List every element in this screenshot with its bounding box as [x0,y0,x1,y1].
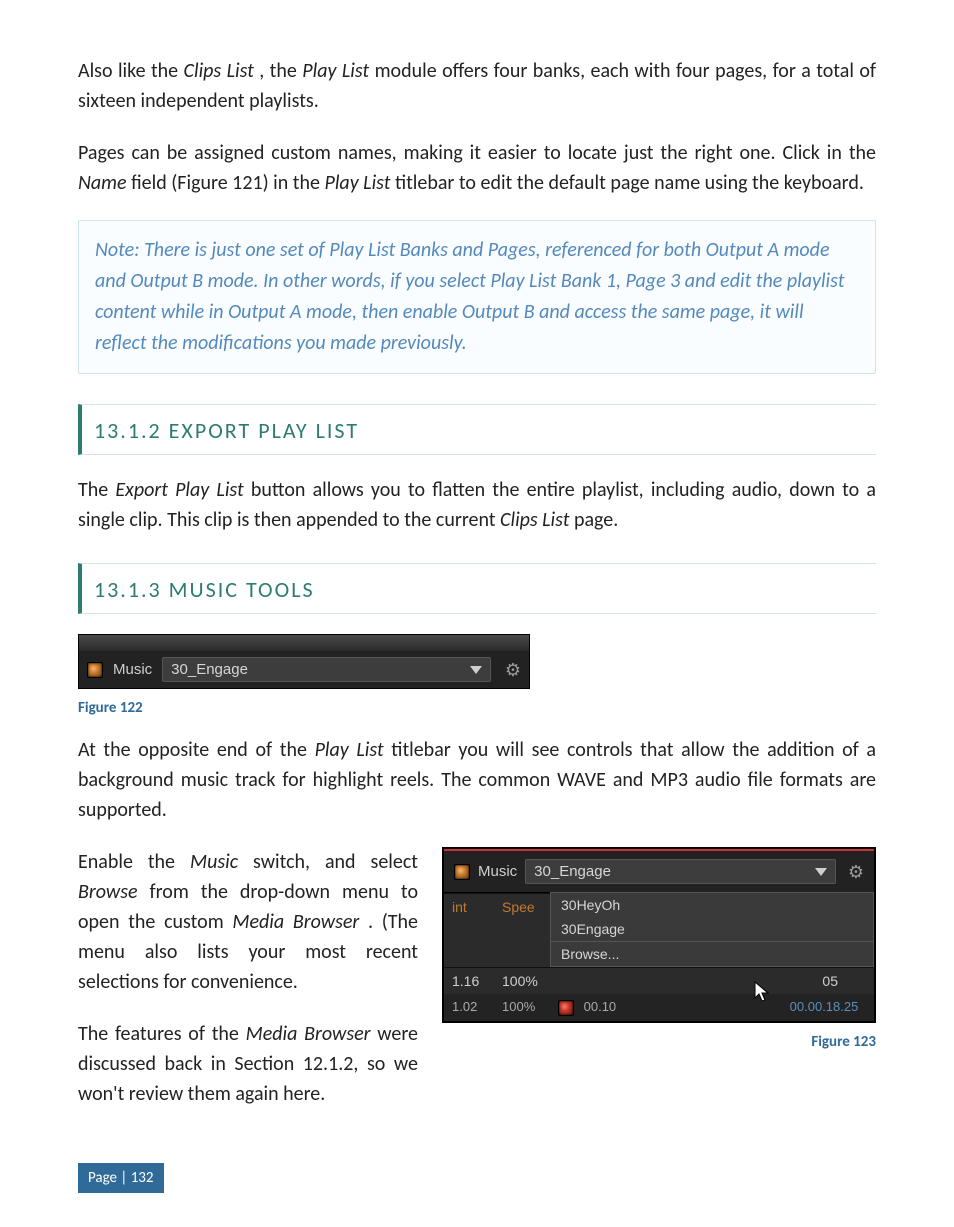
text-italic: Export Play List [115,478,243,502]
text-italic: Name [78,171,127,195]
menu-item[interactable]: 30Engage [551,917,873,941]
music-toggle-led-icon[interactable] [87,662,103,678]
text-italic: Play List [324,171,390,195]
music-toggle-led-icon[interactable] [454,864,470,880]
music-track-value: 30_Engage [171,661,248,678]
text-italic: Browse [78,880,138,904]
chevron-down-icon [815,868,827,876]
music-track-dropdown[interactable]: 30_Engage [162,657,491,682]
paragraph: Enable the Music switch, and select Brow… [78,847,418,997]
menu-item[interactable]: 30HeyOh [551,893,873,917]
section-title: 13.1.3 MUSIC TOOLS [94,576,866,603]
music-track-value: 30_Engage [534,863,611,880]
page-footer: Page | 132 [78,1163,164,1193]
col-int-header: int [444,893,494,967]
page-number-badge: Page | 132 [78,1163,164,1193]
music-label: Music [113,661,152,678]
paragraph: The features of the Media Browser were d… [78,1019,418,1109]
cell-in-value: 00.10 [584,999,617,1014]
figure-caption: Figure 123 [442,1033,876,1051]
cursor-icon [754,981,770,1003]
music-row: Music 30_Engage ⚙ [79,651,529,688]
text: The features of the [78,1022,246,1046]
track-menu: 30HeyOh 30Engage Browse... [550,892,874,967]
music-row: Music 30_Engage ⚙ [444,849,874,893]
text: Also like the [78,59,184,83]
menu-item-browse[interactable]: Browse... [551,941,873,966]
paragraph: Also like the Clips List , the Play List… [78,56,876,116]
cell: 05 [792,967,846,994]
cell-out: 00.00.18.25 [774,994,874,1021]
cell: 100% [494,994,550,1021]
text: , the [259,59,302,83]
record-led-icon [558,1000,574,1016]
text: The [78,478,115,502]
text-italic: Music [190,850,238,874]
note-box: Note: There is just one set of Play List… [78,220,876,374]
col-speed-header: Spee [494,893,550,967]
music-track-dropdown[interactable]: 30_Engage [525,859,836,884]
cell: 100% [494,967,550,994]
chevron-down-icon [470,666,482,674]
text: switch, and select [253,850,418,874]
text-italic: Media Browser [232,910,359,934]
music-label: Music [478,863,517,880]
figure-music-dropdown-panel: Music 30_Engage ⚙ int Spee 30HeyOh 30Eng… [442,847,876,1023]
text: field (Figure 121) in the [131,171,324,195]
gear-icon[interactable]: ⚙ [505,661,521,679]
figure-music-panel: Music 30_Engage ⚙ [78,634,530,689]
text-italic: Clips List [184,59,254,83]
text-italic: Media Browser [246,1022,371,1046]
cell: 1.02 [444,994,494,1021]
text-italic: Play List [315,738,384,762]
paragraph: At the opposite end of the Play List tit… [78,735,876,825]
text: Pages can be assigned custom names, maki… [78,141,876,165]
text: Enable the [78,850,190,874]
text-italic: Play List [302,59,369,83]
paragraph: Pages can be assigned custom names, maki… [78,138,876,198]
section-title: 13.1.2 EXPORT PLAY LIST [94,417,866,444]
paragraph: The Export Play List button allows you t… [78,475,876,535]
section-heading-music-tools: 13.1.3 MUSIC TOOLS [78,563,876,614]
cell [846,967,874,994]
gear-icon[interactable]: ⚙ [848,863,864,881]
titlebar-strip [79,635,529,651]
text: titlebar to edit the default page name u… [395,171,864,195]
cell: 1.16 [444,967,494,994]
section-heading-export: 13.1.2 EXPORT PLAY LIST [78,404,876,455]
cell-in: 00.10 [550,994,774,1021]
figure-caption: Figure 122 [78,699,876,717]
text: At the opposite end of the [78,738,315,762]
text-italic: Clips List [500,508,569,532]
text: page. [574,508,618,532]
